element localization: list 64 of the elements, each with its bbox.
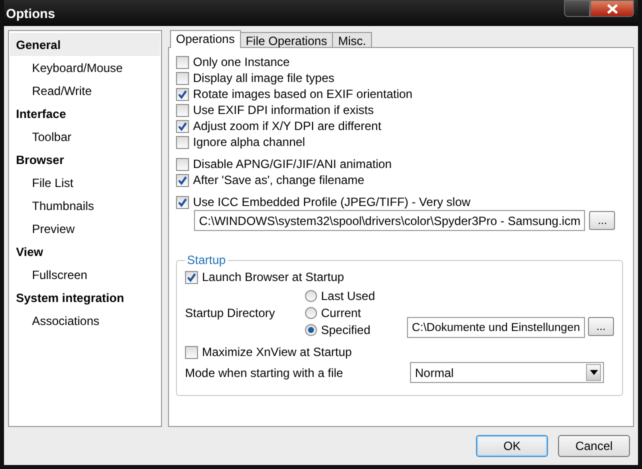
tab[interactable]: Misc. bbox=[332, 32, 372, 48]
checkbox[interactable] bbox=[176, 88, 189, 100]
profile-path-field[interactable]: C:\WINDOWS\system32\spool\drivers\color\Spyder3Pro - Samsung.icm bbox=[194, 210, 586, 231]
tree-item[interactable]: Toolbar bbox=[10, 125, 160, 148]
radio-label: Specified bbox=[321, 322, 370, 336]
checkmark-icon bbox=[178, 198, 187, 206]
field-label: Mode when starting with a file bbox=[185, 366, 344, 380]
checkmark-icon bbox=[178, 176, 187, 184]
field-label: Startup Directory bbox=[185, 306, 276, 320]
tree-item[interactable]: File List bbox=[10, 171, 160, 194]
group-title: Startup bbox=[186, 253, 227, 267]
tree-item[interactable]: System integration bbox=[10, 286, 160, 309]
close-button[interactable] bbox=[590, 0, 634, 17]
checkbox[interactable] bbox=[176, 174, 189, 186]
checkbox-label: Display all image file types bbox=[193, 71, 334, 85]
checkbox[interactable] bbox=[176, 158, 189, 170]
tree-item[interactable]: Preview bbox=[10, 217, 160, 240]
checkbox[interactable] bbox=[185, 270, 198, 284]
checkbox-label: Ignore alpha channel bbox=[193, 135, 306, 149]
directory-field[interactable]: C:\Dokumente und Einstellungen bbox=[406, 317, 585, 338]
tree-item[interactable]: Interface bbox=[10, 102, 160, 125]
dialog-button[interactable]: OK bbox=[476, 435, 548, 457]
checkbox[interactable] bbox=[185, 346, 198, 358]
radio-button[interactable] bbox=[305, 290, 317, 302]
checkbox-label: Launch Browser at Startup bbox=[202, 270, 344, 284]
checkbox-label: Maximize XnView at Startup bbox=[202, 345, 352, 359]
tab[interactable]: Operations bbox=[170, 30, 241, 48]
checkbox-label: Adjust zoom if X/Y DPI are different bbox=[193, 119, 382, 133]
checkmark-icon bbox=[178, 90, 187, 98]
dialog-button[interactable]: Cancel bbox=[558, 435, 630, 457]
radio-button[interactable] bbox=[305, 324, 317, 336]
checkbox[interactable] bbox=[176, 196, 189, 208]
minimize-button[interactable] bbox=[564, 0, 590, 17]
checkbox[interactable] bbox=[176, 72, 189, 84]
checkbox[interactable] bbox=[176, 120, 189, 132]
checkbox-label: Only one Instance bbox=[193, 55, 290, 69]
tree-item[interactable]: View bbox=[10, 240, 160, 263]
checkbox[interactable] bbox=[176, 136, 189, 148]
tree-item[interactable]: Fullscreen bbox=[10, 263, 160, 286]
checkbox[interactable] bbox=[176, 56, 189, 68]
tree-item[interactable]: General bbox=[10, 33, 160, 56]
mode-dropdown[interactable]: Normal bbox=[410, 362, 604, 383]
dropdown-arrow-icon bbox=[590, 370, 598, 375]
checkbox-label: Use EXIF DPI information if exists bbox=[193, 103, 374, 117]
close-icon bbox=[606, 4, 618, 14]
checkbox-label: Disable APNG/GIF/JIF/ANI animation bbox=[193, 157, 392, 171]
checkbox-label: Rotate images based on EXIF orientation bbox=[193, 87, 412, 101]
checkbox-label: After 'Save as', change filename bbox=[193, 173, 364, 187]
radio-label: Current bbox=[321, 306, 362, 320]
checkmark-icon bbox=[187, 272, 196, 282]
tab[interactable]: File Operations bbox=[240, 32, 334, 48]
tree-item[interactable]: Thumbnails bbox=[10, 194, 160, 217]
browse-button[interactable]: ... bbox=[588, 317, 614, 336]
tree-item[interactable]: Browser bbox=[10, 148, 160, 171]
checkmark-icon bbox=[178, 122, 187, 130]
checkbox-label: Use ICC Embedded Profile (JPEG/TIFF) - Very slow bbox=[193, 195, 470, 209]
browse-button[interactable]: ... bbox=[589, 211, 616, 230]
checkbox[interactable] bbox=[176, 104, 189, 116]
window-title: Options bbox=[6, 6, 56, 20]
radio-button[interactable] bbox=[305, 306, 317, 318]
tree-item[interactable]: Keyboard/Mouse bbox=[10, 56, 160, 79]
tree-item[interactable]: Associations bbox=[10, 309, 160, 332]
tree-item[interactable]: Read/Write bbox=[10, 79, 160, 102]
radio-label: Last Used bbox=[321, 288, 376, 302]
